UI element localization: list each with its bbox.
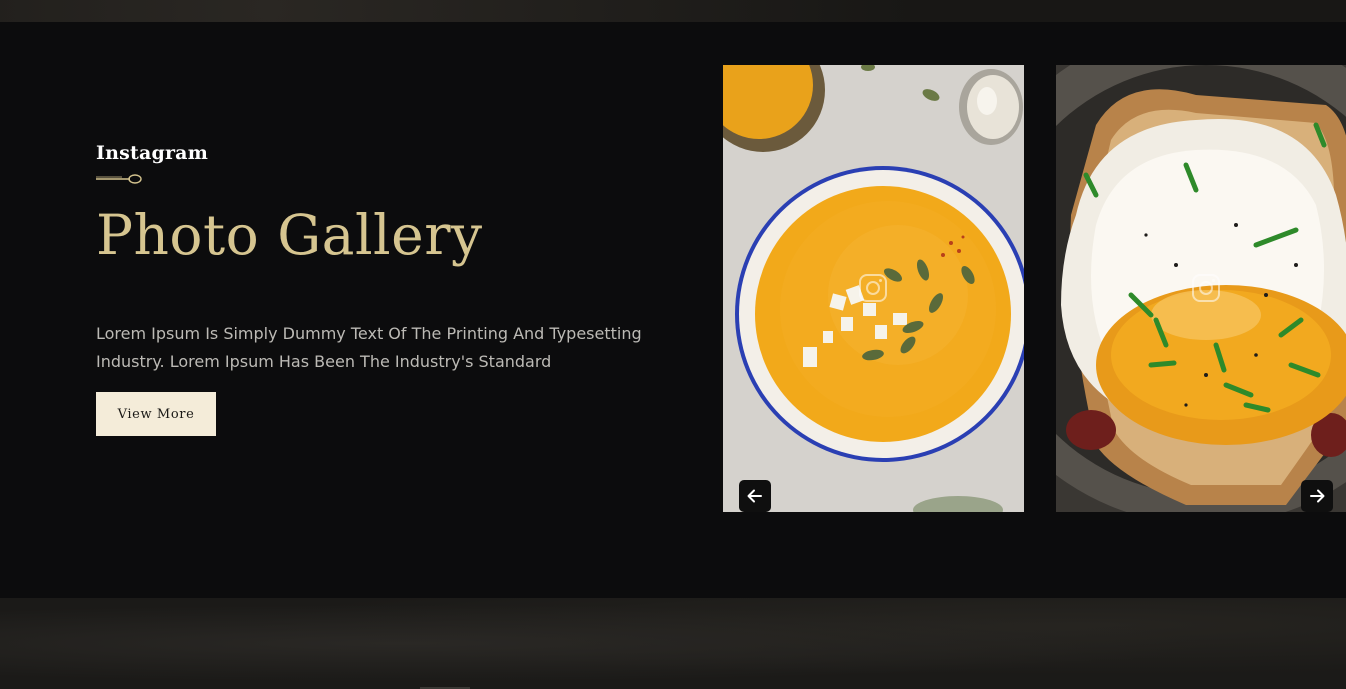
carousel-next-button[interactable]: [1301, 480, 1333, 512]
gallery-item-soup[interactable]: [723, 65, 1024, 512]
spoon-divider-icon: [96, 174, 142, 184]
section-description: Lorem Ipsum Is Simply Dummy Text Of The …: [96, 324, 642, 371]
page-title: Photo Gallery: [96, 203, 483, 267]
instagram-icon: [1192, 274, 1220, 302]
instagram-icon: [859, 274, 887, 302]
view-more-button[interactable]: View More: [96, 392, 216, 436]
arrow-right-icon: [1310, 489, 1325, 503]
bottom-background-strip: [0, 598, 1346, 689]
section-eyebrow: Instagram: [96, 142, 208, 164]
gallery-item-egg[interactable]: [1056, 65, 1346, 512]
top-background-strip: [0, 0, 1346, 22]
arrow-left-icon: [747, 489, 762, 503]
carousel-prev-button[interactable]: [739, 480, 771, 512]
